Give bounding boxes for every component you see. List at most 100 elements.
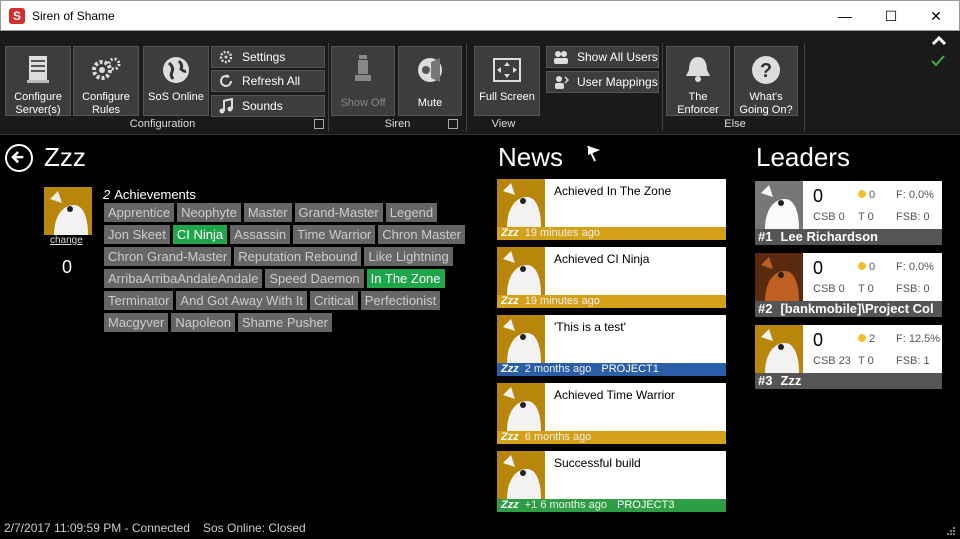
news-item[interactable]: Achieved CI Ninja Zzz 19 minutes ago	[497, 247, 726, 308]
news-text: Successful build	[554, 456, 641, 470]
leader-rank: #2	[758, 301, 773, 316]
back-arrow-icon[interactable]	[5, 144, 33, 172]
achievement-badge[interactable]: Shame Pusher	[238, 313, 333, 332]
news-project: PROJECT1	[601, 363, 659, 375]
leader-card[interactable]: 0 0 F: 0.0% CSB 0 T 0 FSB: 0 #1 Lee Richardson	[755, 181, 942, 245]
show-all-users-button[interactable]: Show All Users	[546, 46, 659, 68]
leader-rank: #3	[758, 373, 773, 388]
the-enforcer-label: The Enforcer	[677, 91, 719, 116]
configure-servers-button[interactable]: Configure Server(s)	[5, 46, 71, 116]
leader-card[interactable]: 0 0 F: 0.0% CSB 0 T 0 FSB: 0 #2 [bankmobile]\Pr…	[755, 253, 942, 317]
achievement-badge[interactable]: ArribaArribaAndaleAndale	[104, 269, 263, 288]
leader-points: 0	[813, 258, 824, 278]
achievement-badge[interactable]: Critical	[310, 291, 358, 310]
user-points: 0	[62, 257, 73, 277]
achievement-badge[interactable]: Jon Skeet	[104, 225, 170, 244]
news-avatar	[497, 451, 545, 499]
leader-avatar	[755, 181, 803, 229]
news-user[interactable]: Zzz	[501, 431, 519, 443]
news-user[interactable]: Zzz	[501, 363, 519, 375]
leader-coin-count: 0	[869, 189, 876, 201]
settings-button[interactable]: Settings	[211, 46, 325, 68]
svg-text:?: ?	[760, 60, 772, 82]
achievement-badge[interactable]: Macgyver	[104, 313, 169, 332]
news-text: Achieved CI Ninja	[554, 252, 650, 266]
leader-name: Lee Richardson	[780, 229, 878, 244]
leader-name-bar: #3 Zzz	[755, 373, 942, 389]
configure-rules-button[interactable]: Configure Rules	[73, 46, 139, 116]
maximize-button[interactable]: ☐	[868, 1, 914, 31]
news-item[interactable]: Achieved In The Zone Zzz 19 minutes ago	[497, 179, 726, 240]
leader-fail-rate: F: 12.5%	[896, 333, 941, 345]
achievement-badge[interactable]: Reputation Rebound	[234, 247, 362, 266]
achievement-badge[interactable]: Assassin	[230, 225, 291, 244]
leader-fsb: FSB: 1	[896, 355, 930, 367]
configuration-launcher-icon[interactable]	[314, 119, 324, 129]
news-item[interactable]: Successful build Zzz +1 6 months ago PROJEC…	[497, 451, 726, 512]
full-screen-label: Full Screen	[479, 91, 535, 103]
full-screen-button[interactable]: Full Screen	[474, 46, 540, 116]
achievement-badge[interactable]: Neophyte	[177, 203, 241, 222]
achievement-badge[interactable]: Chron Master	[378, 225, 465, 244]
group-separator	[466, 43, 467, 131]
achievement-badge[interactable]: Perfectionist	[360, 291, 441, 310]
achievement-badge[interactable]: Grand-Master	[294, 203, 383, 222]
minimize-button[interactable]: —	[822, 1, 868, 31]
news-avatar	[497, 247, 545, 295]
configuration-group-label: Configuration	[129, 118, 196, 130]
change-avatar-link[interactable]: change	[50, 235, 83, 246]
achievement-badge[interactable]: Chron Grand-Master	[104, 247, 232, 266]
close-button[interactable]: ✕	[913, 1, 959, 31]
leader-name: Zzz	[780, 373, 802, 388]
refresh-all-button[interactable]: Refresh All	[211, 70, 325, 92]
leader-t: T 0	[858, 283, 874, 295]
whats-going-on-button[interactable]: ? What's Going On?	[734, 46, 798, 116]
news-meta-bar: Zzz 19 minutes ago	[497, 295, 726, 308]
status-online: Sos Online: Closed	[203, 521, 306, 535]
achievement-badge[interactable]: In The Zone	[366, 269, 445, 288]
siren-group-label: Siren	[384, 118, 411, 130]
leader-csb: CSB 0	[813, 283, 845, 295]
news-time: 19 minutes ago	[524, 295, 600, 307]
user-mappings-button[interactable]: User Mappings	[546, 71, 659, 93]
leader-card[interactable]: 0 2 F: 12.5% CSB 23 T 0 FSB: 1 #3 Zzz	[755, 325, 942, 389]
refresh-all-label: Refresh All	[242, 74, 301, 88]
show-off-button[interactable]: Show Off	[331, 46, 395, 116]
resize-grip-icon[interactable]	[946, 526, 956, 536]
achievement-count: 2	[103, 187, 111, 202]
leader-t: T 0	[858, 211, 874, 223]
user-avatar	[44, 187, 92, 235]
mute-button[interactable]: Mute	[398, 46, 462, 116]
show-all-users-label: Show All Users	[577, 50, 658, 64]
achievement-badge[interactable]: Speed Daemon	[265, 269, 364, 288]
news-user[interactable]: Zzz	[501, 227, 519, 239]
achievement-badge[interactable]: Master	[243, 203, 292, 222]
news-user[interactable]: Zzz	[501, 295, 519, 307]
achievement-badge[interactable]: And Got Away With It	[176, 291, 308, 310]
news-item[interactable]: 'This is a test' Zzz 2 months ago PROJECT1	[497, 315, 726, 376]
group-separator	[804, 43, 805, 131]
news-user[interactable]: Zzz	[501, 499, 519, 511]
flag-icon[interactable]	[585, 144, 605, 162]
achievement-badge[interactable]: Like Lightning	[364, 247, 453, 266]
collapse-ribbon-icon[interactable]	[931, 34, 947, 46]
sounds-button[interactable]: Sounds	[211, 95, 325, 117]
achievement-badge[interactable]: Napoleon	[171, 313, 236, 332]
news-item[interactable]: Achieved Time Warrior Zzz 6 months ago	[497, 383, 726, 444]
sos-online-button[interactable]: SoS Online	[143, 46, 209, 116]
news-time: 6 months ago	[524, 431, 592, 443]
the-enforcer-button[interactable]: The Enforcer	[666, 46, 730, 116]
group-separator	[328, 43, 329, 131]
siren-launcher-icon[interactable]	[448, 119, 458, 129]
achievement-badge[interactable]: Time Warrior	[293, 225, 376, 244]
achievement-badge[interactable]: CI Ninja	[172, 225, 228, 244]
music-note-icon	[219, 98, 233, 114]
title-bar: S Siren of Shame — ☐ ✕	[0, 0, 960, 31]
achievements-list: Apprentice Neophyte Master Grand-Master Lege…	[104, 203, 469, 335]
achievement-badge[interactable]: Terminator	[104, 291, 174, 310]
achievement-badge[interactable]: Legend	[385, 203, 438, 222]
users-icon	[554, 51, 568, 64]
achievement-badge[interactable]: Apprentice	[104, 203, 175, 222]
window-title: Siren of Shame	[32, 9, 115, 23]
coin-icon	[858, 334, 866, 342]
